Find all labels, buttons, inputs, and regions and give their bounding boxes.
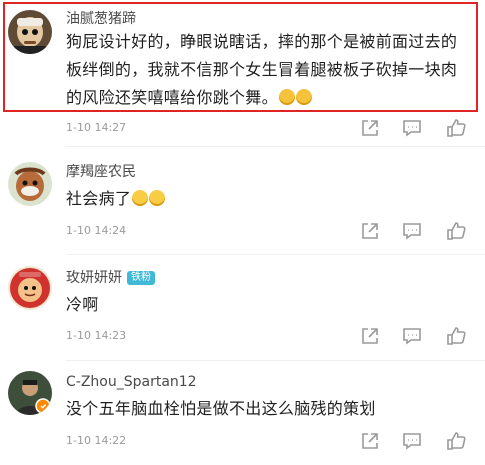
comment-item: C-Zhou_Spartan12 没个五年脑血栓怕是做不出这么脑残的策划 1-1… <box>0 364 485 465</box>
comment-body: 冷啊 <box>66 295 99 314</box>
reply-icon[interactable] <box>401 325 423 347</box>
comment-time: 1-10 14:24 <box>66 224 127 237</box>
share-icon[interactable] <box>359 220 381 242</box>
username[interactable]: 油腻葱猪蹄 <box>66 9 136 29</box>
like-icon[interactable] <box>445 430 467 452</box>
comment-text: 没个五年脑血栓怕是做不出这么脑残的策划 <box>66 395 471 423</box>
comment-text: 社会病了 <box>66 185 471 213</box>
comment-actions <box>359 430 471 452</box>
username[interactable]: 摩羯座农民 <box>66 162 136 182</box>
crying-face-emoji <box>149 190 166 206</box>
comment-text: 狗屁设计好的，睁眼说瞎话，摔的那个是被前面过去的板绊倒的，我就不信那个女生冒着腿… <box>66 28 471 112</box>
share-icon[interactable] <box>359 117 381 139</box>
comment-item: 玫妍妍妍 铁粉 冷啊 1-10 14:23 <box>0 258 485 358</box>
smug-face-emoji <box>278 89 295 105</box>
comment-body: 没个五年脑血栓怕是做不出这么脑残的策划 <box>66 399 376 418</box>
username[interactable]: C-Zhou_Spartan12 <box>66 372 197 392</box>
avatar[interactable] <box>8 10 52 54</box>
comment-time: 1-10 14:27 <box>66 121 127 134</box>
username-text: 玫妍妍妍 <box>66 270 122 286</box>
comment-body: 社会病了 <box>66 189 132 208</box>
comment-actions <box>359 117 471 139</box>
like-icon[interactable] <box>445 325 467 347</box>
share-icon[interactable] <box>359 325 381 347</box>
comment-body: 狗屁设计好的，睁眼说瞎话，摔的那个是被前面过去的板绊倒的，我就不信那个女生冒着腿… <box>66 32 458 107</box>
avatar[interactable] <box>8 266 52 310</box>
crying-face-emoji <box>132 190 149 206</box>
reply-icon[interactable] <box>401 117 423 139</box>
reply-icon[interactable] <box>401 430 423 452</box>
comment-actions <box>359 220 471 242</box>
smug-face-emoji <box>295 89 312 105</box>
comment-text: 冷啊 <box>66 291 471 319</box>
comment-item: 油腻葱猪蹄 狗屁设计好的，睁眼说瞎话，摔的那个是被前面过去的板绊倒的，我就不信那… <box>0 0 485 142</box>
share-icon[interactable] <box>359 430 381 452</box>
divider <box>66 254 485 255</box>
fan-badge: 铁粉 <box>127 271 155 285</box>
comment-item: 摩羯座农民 社会病了 1-10 14:24 <box>0 152 485 252</box>
reply-icon[interactable] <box>401 220 423 242</box>
comment-time: 1-10 14:22 <box>66 434 127 447</box>
comment-actions <box>359 325 471 347</box>
divider <box>66 360 485 361</box>
divider <box>66 146 485 147</box>
comment-time: 1-10 14:23 <box>66 329 127 342</box>
username[interactable]: 玫妍妍妍 铁粉 <box>66 268 155 288</box>
like-icon[interactable] <box>445 117 467 139</box>
avatar[interactable] <box>8 371 52 415</box>
like-icon[interactable] <box>445 220 467 242</box>
avatar[interactable] <box>8 162 52 206</box>
